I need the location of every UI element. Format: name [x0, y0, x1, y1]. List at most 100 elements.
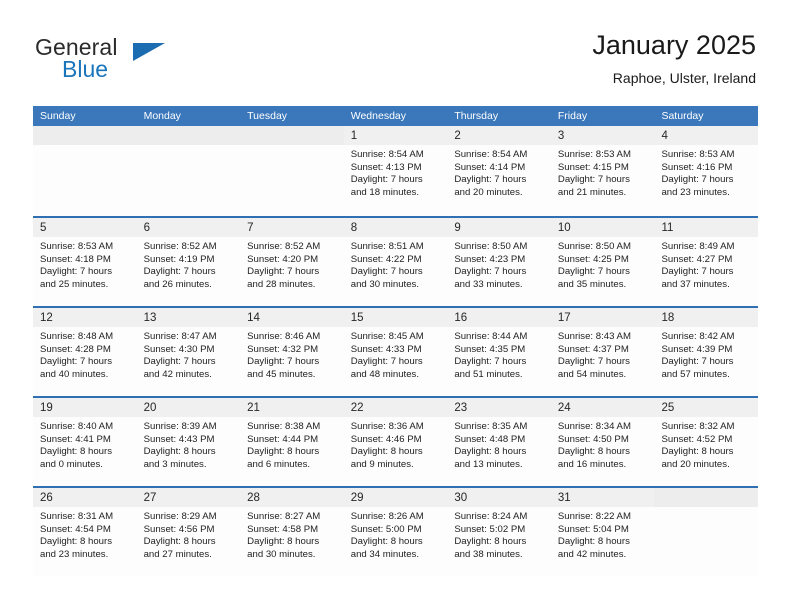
day-cell-body: Sunrise: 8:39 AM Sunset: 4:43 PM Daylight:…: [137, 417, 241, 471]
day-number: 3: [557, 130, 565, 142]
day-cell-body: Sunrise: 8:26 AM Sunset: 5:00 PM Daylight:…: [344, 507, 448, 561]
sunrise-text: Sunrise: 8:44 AM: [454, 331, 528, 342]
day-cell-body: Sunrise: 8:48 AM Sunset: 4:28 PM Daylight:…: [33, 327, 137, 381]
day-cell-15[interactable]: 15 Sunrise: 8:45 AM Sunset: 4:33 PM Dayligh…: [343, 308, 448, 396]
day-number: 25: [661, 402, 675, 414]
sunrise-text: Sunrise: 8:40 AM: [40, 421, 114, 432]
day-number: 19: [40, 402, 53, 414]
day-number: 15: [350, 312, 364, 324]
daylight-text: and 3 minutes.: [143, 458, 207, 470]
day-cell-22[interactable]: 22 Sunrise: 8:36 AM Sunset: 4:46 PM Dayligh…: [343, 398, 448, 486]
day-cell-body: Sunrise: 8:49 AM Sunset: 4:27 PM Daylight:…: [654, 237, 758, 291]
daylight-text: Daylight: 7 hours: [40, 356, 112, 368]
sunset-text: Sunset: 4:32 PM: [247, 343, 319, 355]
sunrise-text: Sunrise: 8:31 AM: [40, 511, 114, 522]
day-cell-11[interactable]: 11 Sunrise: 8:49 AM Sunset: 4:27 PM Dayligh…: [654, 218, 759, 306]
day-number: 13: [143, 312, 157, 324]
daylight-text: and 54 minutes.: [557, 368, 627, 380]
day-cell-8[interactable]: 8 Sunrise: 8:51 AM Sunset: 4:22 PM Daylight…: [343, 218, 448, 306]
day-number-band: 5: [33, 218, 137, 237]
sunset-text: Sunset: 4:15 PM: [557, 161, 629, 173]
daylight-text: Daylight: 7 hours: [454, 356, 527, 368]
sunset-text: Sunset: 4:58 PM: [247, 523, 319, 535]
daylight-text: and 13 minutes.: [454, 458, 523, 470]
weekday-header-wednesday: Wednesday: [350, 110, 406, 122]
day-cell-16[interactable]: 16 Sunrise: 8:44 AM Sunset: 4:35 PM Dayligh…: [447, 308, 551, 396]
day-cell-24[interactable]: 24 Sunrise: 8:34 AM Sunset: 4:50 PM Dayligh…: [550, 398, 655, 486]
day-number-band: 8: [343, 218, 448, 237]
sunrise-text: Sunrise: 8:38 AM: [247, 421, 321, 432]
day-number-band: 7: [240, 218, 344, 237]
page-subtitle: Raphoe, Ulster, Ireland: [612, 70, 756, 86]
day-cell-body: Sunrise: 8:50 AM Sunset: 4:25 PM Daylight:…: [551, 237, 655, 291]
day-cell-19[interactable]: 19 Sunrise: 8:40 AM Sunset: 4:41 PM Dayligh…: [33, 398, 137, 486]
day-cell-9[interactable]: 9 Sunrise: 8:50 AM Sunset: 4:23 PM Daylight…: [447, 218, 551, 306]
day-cell-21[interactable]: 21 Sunrise: 8:38 AM Sunset: 4:44 PM Dayligh…: [240, 398, 344, 486]
day-cell-25[interactable]: 25 Sunrise: 8:32 AM Sunset: 4:52 PM Dayligh…: [654, 398, 759, 486]
day-cell-7[interactable]: 7 Sunrise: 8:52 AM Sunset: 4:20 PM Daylight…: [240, 218, 344, 306]
daylight-text: and 20 minutes.: [454, 186, 523, 198]
day-number-band: 28: [240, 488, 344, 507]
day-cell-body: Sunrise: 8:36 AM Sunset: 4:46 PM Daylight:…: [344, 417, 448, 471]
daylight-text: Daylight: 7 hours: [143, 356, 216, 368]
daylight-text: Daylight: 8 hours: [143, 446, 216, 458]
day-cell-empty: [33, 126, 137, 216]
day-cell-10[interactable]: 10 Sunrise: 8:50 AM Sunset: 4:25 PM Dayligh…: [550, 218, 655, 306]
day-cell-empty: [240, 126, 344, 216]
sunset-text: Sunset: 4:19 PM: [143, 253, 215, 265]
weekday-header-friday: Friday: [557, 110, 588, 122]
day-cell-23[interactable]: 23 Sunrise: 8:35 AM Sunset: 4:48 PM Dayligh…: [447, 398, 551, 486]
day-cell-body: Sunrise: 8:53 AM Sunset: 4:16 PM Daylight:…: [654, 145, 758, 199]
day-cell-12[interactable]: 12 Sunrise: 8:48 AM Sunset: 4:28 PM Dayligh…: [33, 308, 137, 396]
daylight-text: Daylight: 8 hours: [40, 446, 112, 458]
day-number-band: [654, 488, 759, 507]
daylight-text: and 38 minutes.: [454, 548, 523, 560]
sunset-text: Sunset: 4:41 PM: [40, 433, 111, 445]
day-cell-3[interactable]: 3 Sunrise: 8:53 AM Sunset: 4:15 PM Daylight…: [550, 126, 655, 216]
sunset-text: Sunset: 4:37 PM: [557, 343, 629, 355]
day-number-band: 26: [33, 488, 137, 507]
day-cell-14[interactable]: 14 Sunrise: 8:46 AM Sunset: 4:32 PM Dayligh…: [240, 308, 344, 396]
sunrise-text: Sunrise: 8:52 AM: [247, 241, 321, 252]
sunset-text: Sunset: 4:54 PM: [40, 523, 111, 535]
calendar-week-row: 26 Sunrise: 8:31 AM Sunset: 4:54 PM Dayligh…: [33, 486, 759, 576]
day-number-band: 20: [136, 398, 241, 417]
day-cell-13[interactable]: 13 Sunrise: 8:47 AM Sunset: 4:30 PM Dayligh…: [136, 308, 241, 396]
day-cell-4[interactable]: 4 Sunrise: 8:53 AM Sunset: 4:16 PM Daylight…: [654, 126, 759, 216]
title-block: January 2025 Raphoe, Ulster, Ireland: [592, 28, 756, 88]
sunset-text: Sunset: 4:30 PM: [143, 343, 215, 355]
weekday-header-thursday: Thursday: [454, 110, 499, 122]
day-cell-29[interactable]: 29 Sunrise: 8:26 AM Sunset: 5:00 PM Dayligh…: [343, 488, 448, 576]
day-cell-27[interactable]: 27 Sunrise: 8:29 AM Sunset: 4:56 PM Dayligh…: [136, 488, 241, 576]
day-cell-30[interactable]: 30 Sunrise: 8:24 AM Sunset: 5:02 PM Dayligh…: [447, 488, 551, 576]
daylight-text: and 33 minutes.: [454, 278, 523, 290]
day-cell-2[interactable]: 2 Sunrise: 8:54 AM Sunset: 4:14 PM Daylight…: [447, 126, 551, 216]
day-number-band: 3: [550, 126, 655, 145]
sunrise-text: Sunrise: 8:22 AM: [557, 511, 631, 522]
day-cell-body: Sunrise: 8:31 AM Sunset: 4:54 PM Daylight:…: [33, 507, 137, 561]
day-number: 23: [454, 402, 468, 414]
day-cell-17[interactable]: 17 Sunrise: 8:43 AM Sunset: 4:37 PM Dayligh…: [550, 308, 655, 396]
sunrise-text: Sunrise: 8:36 AM: [350, 421, 424, 432]
day-cell-31[interactable]: 31 Sunrise: 8:22 AM Sunset: 5:04 PM Dayligh…: [550, 488, 655, 576]
day-cell-6[interactable]: 6 Sunrise: 8:52 AM Sunset: 4:19 PM Daylight…: [136, 218, 241, 306]
sunrise-text: Sunrise: 8:48 AM: [40, 331, 114, 342]
day-number-band: 14: [240, 308, 344, 327]
sunset-text: Sunset: 4:52 PM: [661, 433, 733, 445]
calendar-week-row: 1 Sunrise: 8:54 AM Sunset: 4:13 PM Daylight…: [33, 126, 759, 216]
day-number-band: 2: [447, 126, 551, 145]
general-blue-logo[interactable]: General Blue: [35, 34, 215, 86]
daylight-text: Daylight: 7 hours: [557, 266, 630, 278]
day-cell-26[interactable]: 26 Sunrise: 8:31 AM Sunset: 4:54 PM Dayligh…: [33, 488, 137, 576]
day-cell-5[interactable]: 5 Sunrise: 8:53 AM Sunset: 4:18 PM Daylight…: [33, 218, 137, 306]
daylight-text: and 35 minutes.: [557, 278, 627, 290]
day-cell-1[interactable]: 1 Sunrise: 8:54 AM Sunset: 4:13 PM Daylight…: [343, 126, 448, 216]
calendar-grid: Sunday Monday Tuesday Wednesday Thursday Frid…: [33, 106, 759, 576]
sunrise-text: Sunrise: 8:49 AM: [661, 241, 735, 252]
day-cell-20[interactable]: 20 Sunrise: 8:39 AM Sunset: 4:43 PM Dayligh…: [136, 398, 241, 486]
daylight-text: and 26 minutes.: [143, 278, 212, 290]
daylight-text: and 23 minutes.: [40, 548, 109, 560]
day-cell-18[interactable]: 18 Sunrise: 8:42 AM Sunset: 4:39 PM Dayligh…: [654, 308, 759, 396]
day-cell-28[interactable]: 28 Sunrise: 8:27 AM Sunset: 4:58 PM Dayligh…: [240, 488, 344, 576]
sunset-text: Sunset: 4:50 PM: [557, 433, 629, 445]
